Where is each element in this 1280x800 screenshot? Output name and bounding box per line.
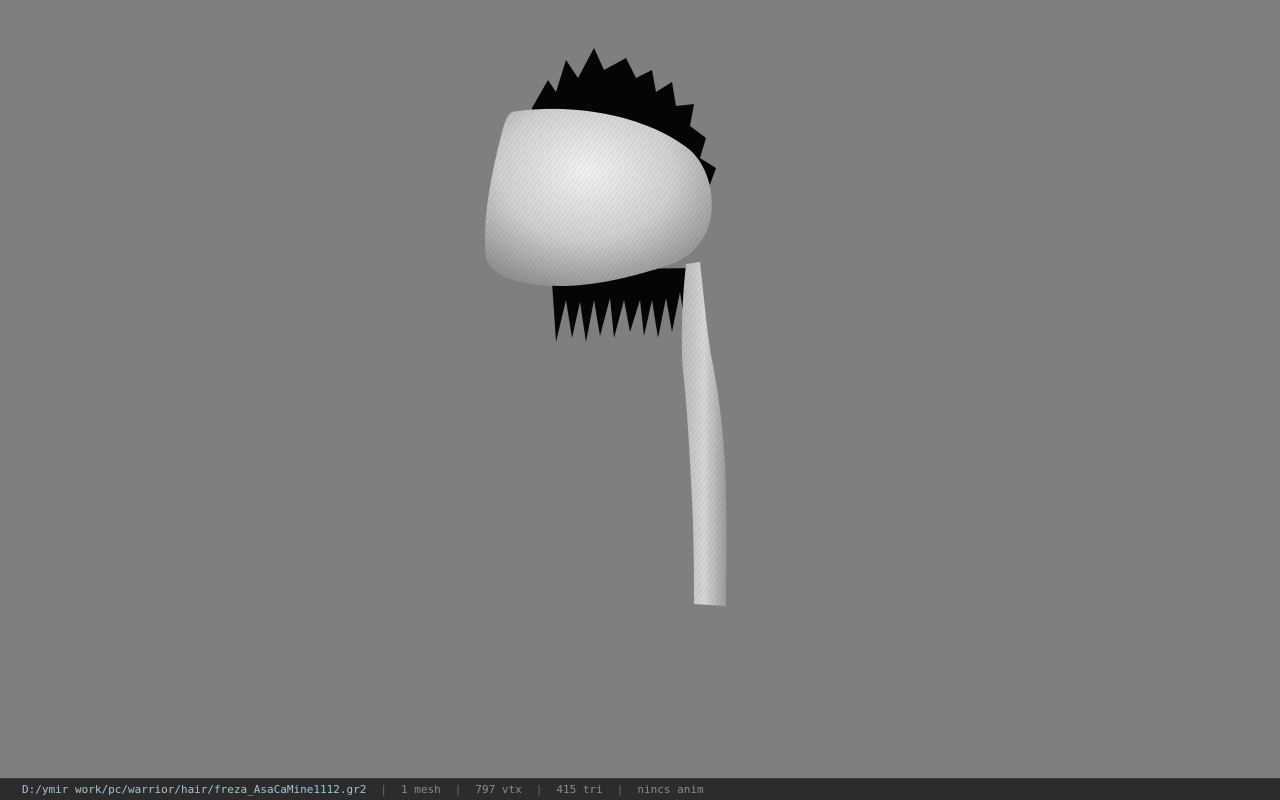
mesh-count: 1 mesh — [401, 783, 441, 796]
3d-viewport[interactable] — [0, 0, 1280, 778]
separator: | — [616, 783, 624, 796]
model-path: D:/ymir work/pc/warrior/hair/freza_AsaCa… — [22, 783, 367, 796]
separator: | — [535, 783, 543, 796]
separator: | — [454, 783, 462, 796]
separator: | — [380, 783, 387, 796]
animation-status: nincs anim — [637, 783, 704, 796]
triangle-count: 415 tri — [556, 783, 603, 796]
vertex-count: 797 vtx — [475, 783, 522, 796]
model-preview — [484, 48, 727, 606]
status-bar: D:/ymir work/pc/warrior/hair/freza_AsaCa… — [0, 778, 1280, 800]
